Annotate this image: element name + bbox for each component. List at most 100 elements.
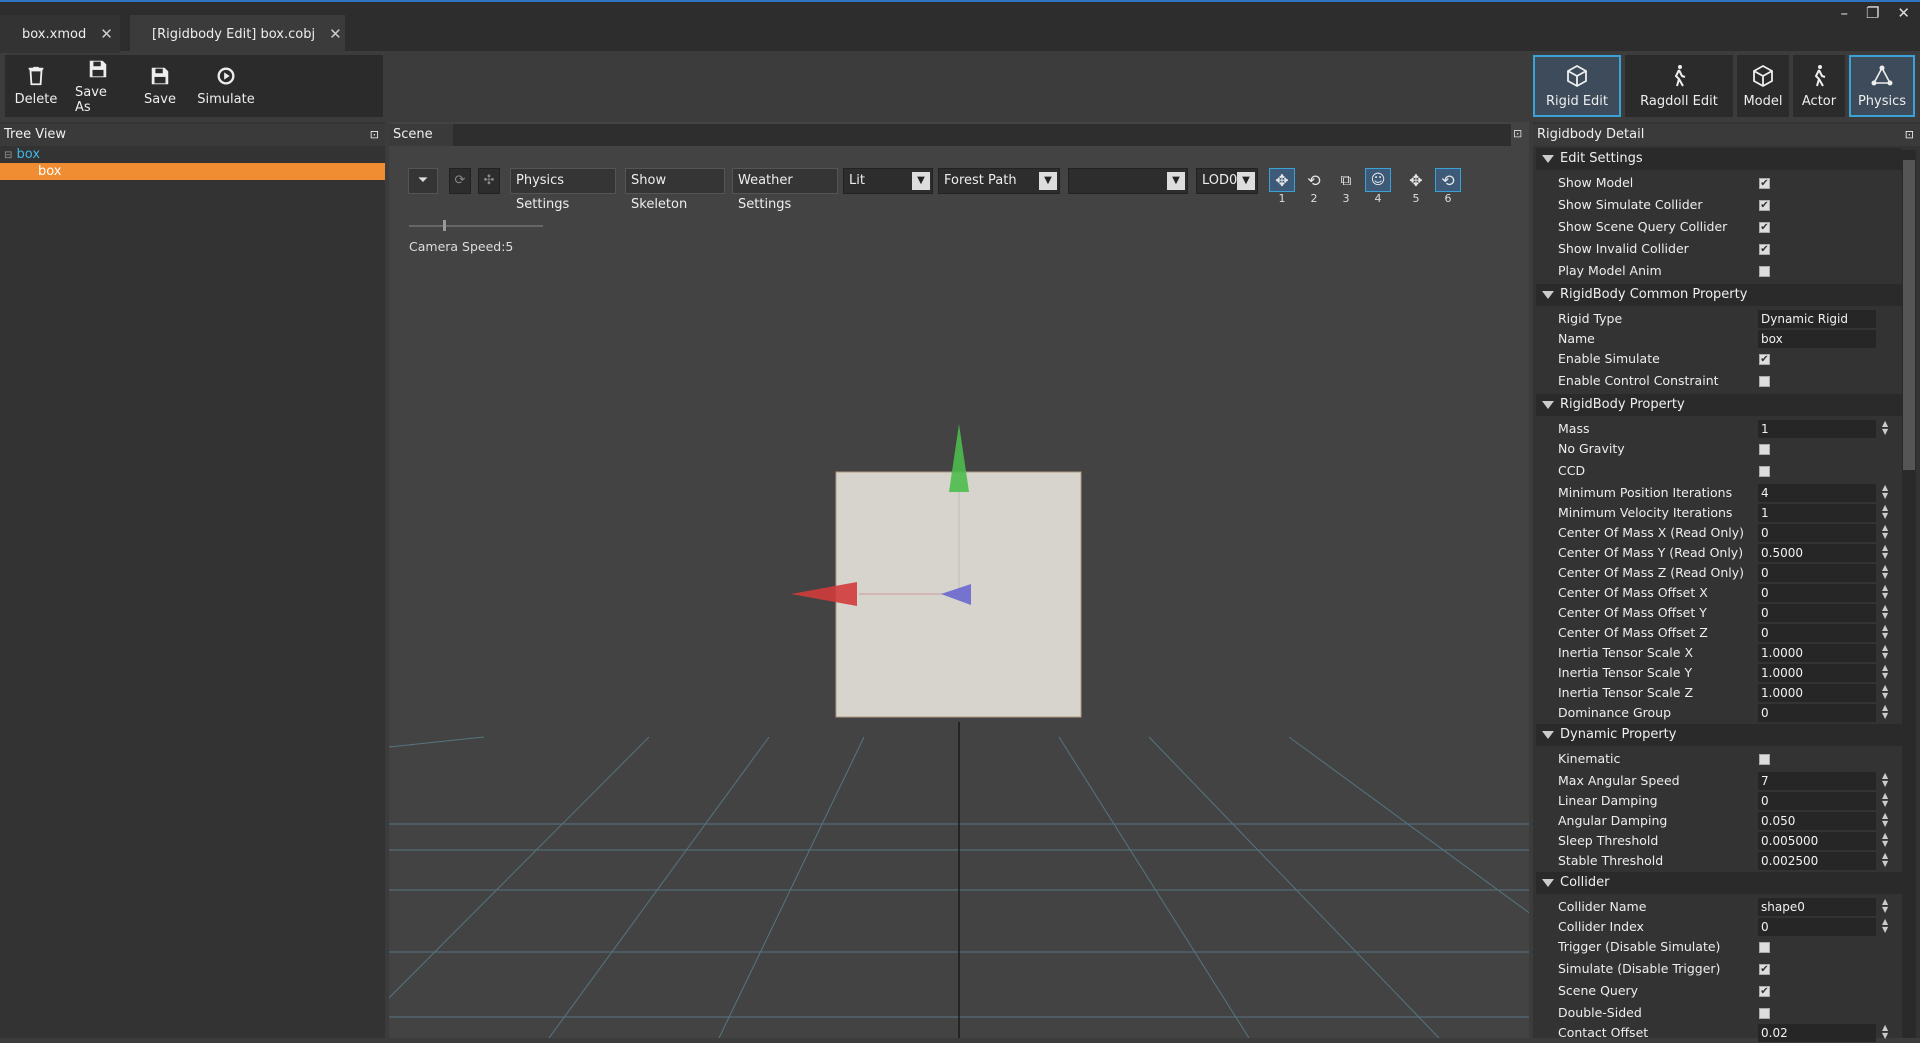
minimize-button[interactable]: –	[1840, 4, 1848, 22]
value-field[interactable]: 1	[1758, 504, 1876, 522]
value-field[interactable]: 0.050	[1758, 812, 1876, 830]
tree-root-item[interactable]: ⊟ box	[4, 147, 40, 162]
spinner-arrows-icon[interactable]: ▲ ▼	[1882, 832, 1888, 848]
rigid-edit-button[interactable]: Rigid Edit	[1533, 55, 1621, 117]
tab-box-cobj[interactable]: [Rigidbody Edit] box.cobj ✕	[130, 15, 345, 53]
spinner-arrows-icon[interactable]: ▲ ▼	[1882, 684, 1888, 700]
value-field[interactable]: 0	[1758, 792, 1876, 810]
value-field[interactable]: 0	[1758, 918, 1876, 936]
collapse-icon[interactable]: ⊟	[4, 150, 12, 161]
pin-icon[interactable]: ⊡	[1513, 127, 1522, 140]
value-field[interactable]: 1.0000	[1758, 684, 1876, 702]
checkbox[interactable]	[1759, 444, 1770, 455]
spinner-arrows-icon[interactable]: ▲ ▼	[1882, 644, 1888, 660]
simulate-button[interactable]: Simulate	[191, 55, 261, 117]
spinner-arrows-icon[interactable]: ▲ ▼	[1882, 898, 1888, 914]
spinner-arrows-icon[interactable]: ▲ ▼	[1882, 624, 1888, 640]
checkbox[interactable]: ✔	[1759, 354, 1770, 365]
camera-speed-slider[interactable]	[409, 220, 543, 231]
view-menu-button[interactable]: ⏷	[408, 168, 438, 194]
gizmo-rotate-button[interactable]: ⟲	[1301, 168, 1327, 192]
save-button[interactable]: Save	[129, 55, 191, 117]
checkbox[interactable]	[1759, 754, 1770, 765]
detail-scrollbar[interactable]	[1902, 150, 1916, 1038]
scene-viewport[interactable]	[389, 122, 1529, 1038]
gizmo-move-button[interactable]: ✥	[1269, 168, 1295, 192]
weather-settings-button[interactable]: Weather Settings	[732, 168, 838, 212]
name-field[interactable]: box	[1758, 330, 1876, 348]
value-field[interactable]: 7	[1758, 772, 1876, 790]
value-field[interactable]: 0.5000	[1758, 544, 1876, 562]
spinner-arrows-icon[interactable]: ▲ ▼	[1882, 852, 1888, 868]
value-field[interactable]: 0	[1758, 604, 1876, 622]
scene-tab[interactable]: Scene	[389, 124, 453, 146]
rigid-type-select[interactable]: Dynamic Rigid	[1758, 310, 1876, 328]
restore-button[interactable]: ❐	[1866, 4, 1879, 22]
checkbox[interactable]: ✔	[1759, 986, 1770, 997]
spinner-arrows-icon[interactable]: ▲ ▼	[1882, 772, 1888, 788]
delete-button[interactable]: Delete	[5, 55, 67, 117]
spinner-arrows-icon[interactable]: ▲ ▼	[1882, 544, 1888, 560]
checkbox[interactable]	[1759, 266, 1770, 277]
value-field[interactable]: 0	[1758, 524, 1876, 542]
environment-select[interactable]: Forest Path ▼	[938, 168, 1060, 194]
close-window-button[interactable]: ✕	[1897, 4, 1910, 22]
lod-select[interactable]: LOD0 ▼	[1196, 168, 1258, 194]
spinner-arrows-icon[interactable]: ▲ ▼	[1882, 812, 1888, 828]
physics-settings-button[interactable]: Physics Settings	[510, 168, 616, 212]
value-field[interactable]: shape0	[1758, 898, 1876, 916]
value-field[interactable]: 0	[1758, 564, 1876, 582]
ragdoll-edit-button[interactable]: Ragdoll Edit	[1625, 55, 1733, 117]
refresh-button[interactable]: ⟳	[449, 168, 471, 194]
tree-child-item[interactable]: box	[0, 163, 385, 180]
close-icon[interactable]: ✕	[329, 25, 342, 43]
checkbox[interactable]: ✔	[1759, 222, 1770, 233]
tab-box-xmod[interactable]: box.xmod ✕	[0, 15, 120, 53]
empty-select[interactable]: ▼	[1068, 168, 1188, 194]
spinner-arrows-icon[interactable]: ▲ ▼	[1882, 604, 1888, 620]
pin-icon[interactable]: ⊡	[370, 124, 379, 146]
checkbox[interactable]	[1759, 376, 1770, 387]
checkbox[interactable]: ✔	[1759, 964, 1770, 975]
checkbox[interactable]	[1759, 1008, 1770, 1019]
section-edit-settings[interactable]: Edit Settings	[1536, 148, 1902, 170]
spinner-arrows-icon[interactable]: ▲ ▼	[1882, 704, 1888, 720]
checkbox[interactable]: ✔	[1759, 178, 1770, 189]
value-field[interactable]: 0.02	[1758, 1024, 1876, 1042]
close-icon[interactable]: ✕	[100, 25, 113, 43]
section-rigidbody-property[interactable]: RigidBody Property	[1536, 394, 1902, 416]
actor-button[interactable]: Actor	[1793, 55, 1845, 117]
value-field[interactable]: 0	[1758, 624, 1876, 642]
pin-icon[interactable]: ⊡	[1905, 124, 1914, 146]
physics-button[interactable]: Physics	[1849, 55, 1915, 117]
spinner-arrows-icon[interactable]: ▲ ▼	[1882, 584, 1888, 600]
checkbox[interactable]	[1759, 942, 1770, 953]
checkbox[interactable]: ✔	[1759, 200, 1770, 211]
value-field[interactable]: 0	[1758, 704, 1876, 722]
value-field[interactable]: 0	[1758, 584, 1876, 602]
value-field[interactable]: 0.005000	[1758, 832, 1876, 850]
value-field[interactable]: 1.0000	[1758, 644, 1876, 662]
spinner-arrows-icon[interactable]: ▲ ▼	[1882, 564, 1888, 580]
model-button[interactable]: Model	[1737, 55, 1789, 117]
show-skeleton-button[interactable]: Show Skeleton	[625, 168, 725, 212]
spinner-arrows-icon[interactable]: ▲ ▼	[1882, 918, 1888, 934]
section-dynamic-property[interactable]: Dynamic Property	[1536, 724, 1902, 746]
spinner-arrows-icon[interactable]: ▲ ▼	[1882, 524, 1888, 540]
section-collider[interactable]: Collider	[1536, 872, 1902, 894]
gizmo-local-button[interactable]: ☺	[1365, 168, 1391, 192]
checkbox[interactable]	[1759, 466, 1770, 477]
value-field[interactable]: 0.002500	[1758, 852, 1876, 870]
spinner-arrows-icon[interactable]: ▲ ▼	[1882, 664, 1888, 680]
gizmo-pivot-button[interactable]: ✥	[1403, 168, 1429, 192]
slider-handle[interactable]	[443, 220, 446, 231]
spinner-arrows-icon[interactable]: ▲ ▼	[1882, 504, 1888, 520]
value-field[interactable]: 1	[1758, 420, 1876, 438]
spinner-arrows-icon[interactable]: ▲ ▼	[1882, 484, 1888, 500]
gizmo-scale-button[interactable]: ⧉	[1333, 168, 1359, 192]
spinner-arrows-icon[interactable]: ▲ ▼	[1882, 792, 1888, 808]
spinner-arrows-icon[interactable]: ▲ ▼	[1882, 420, 1888, 436]
shading-select[interactable]: Lit ▼	[843, 168, 933, 194]
checkbox[interactable]: ✔	[1759, 244, 1770, 255]
value-field[interactable]: 1.0000	[1758, 664, 1876, 682]
